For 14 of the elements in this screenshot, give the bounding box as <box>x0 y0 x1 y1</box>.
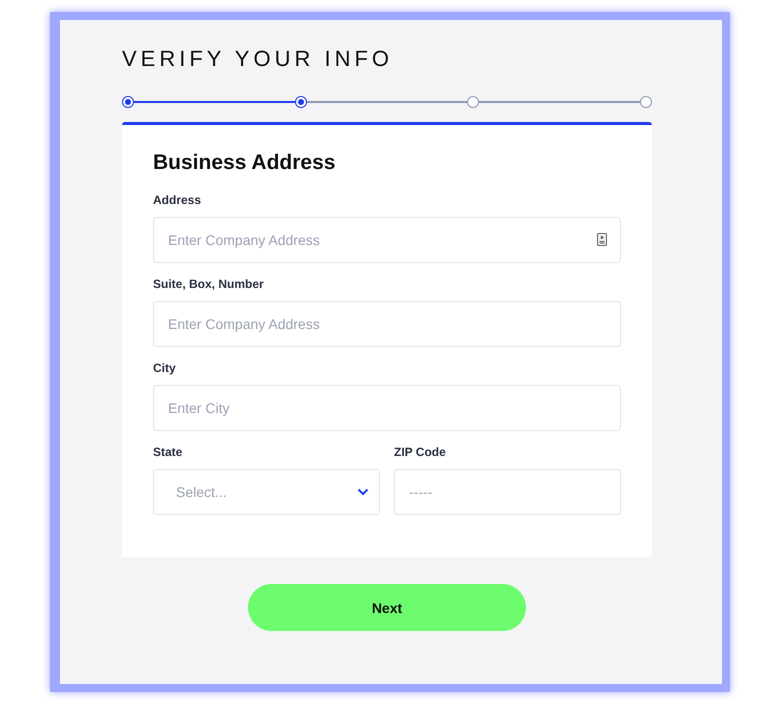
contact-card-icon[interactable] <box>597 233 607 246</box>
field-label: City <box>153 361 177 375</box>
chevron-down-icon <box>357 488 369 496</box>
page-title: VERIFY YOUR INFO <box>122 46 394 73</box>
field-label: Suite, Box, Number <box>153 277 265 291</box>
field-label: Address <box>153 193 202 207</box>
input-field[interactable]: Enter Company Address <box>153 217 621 263</box>
field-label: ZIP Code <box>394 445 447 459</box>
input-field[interactable]: Enter Company Address <box>153 301 621 347</box>
next-button[interactable]: Next <box>248 584 526 631</box>
input-field[interactable]: ----- <box>394 469 621 515</box>
input-field[interactable]: Enter City <box>153 385 621 431</box>
field-label: State <box>153 445 184 459</box>
card-heading: Business Address <box>153 151 336 175</box>
